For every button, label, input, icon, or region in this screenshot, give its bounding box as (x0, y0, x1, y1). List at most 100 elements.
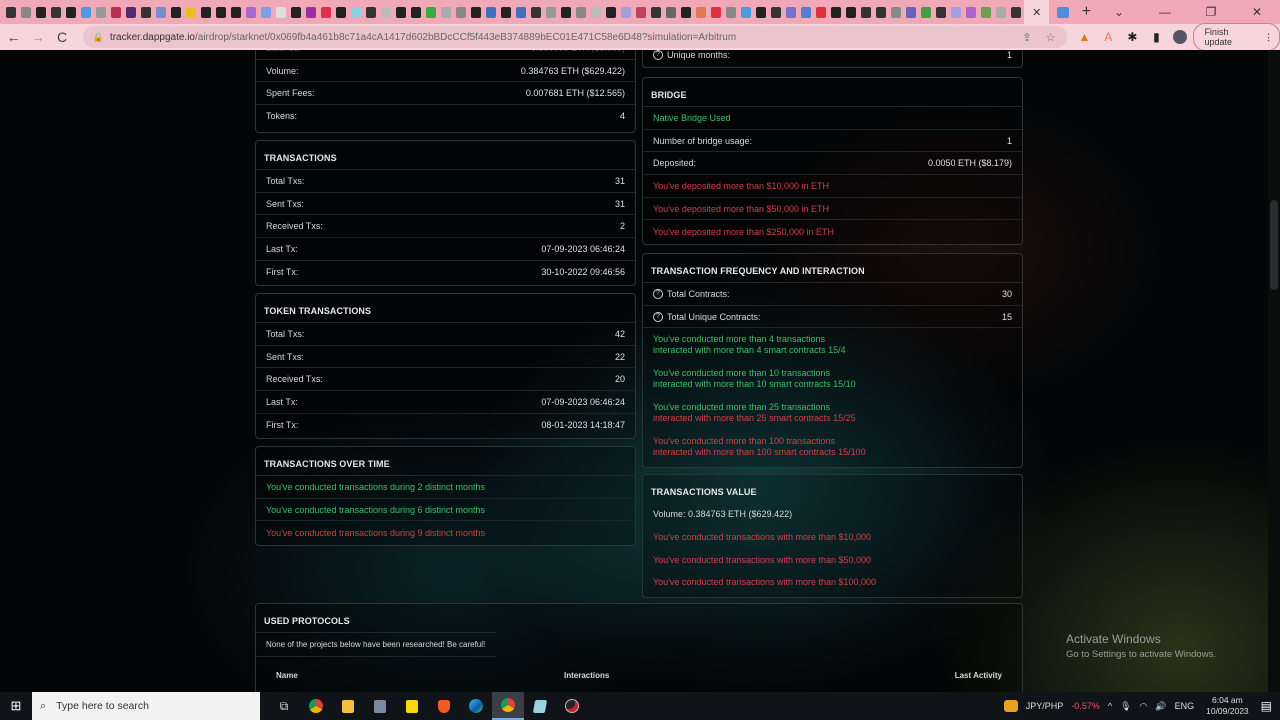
tab-favicon[interactable] (1057, 6, 1069, 18)
tab-favicon[interactable] (666, 6, 676, 18)
tab-favicon[interactable] (531, 6, 541, 18)
task-view-icon[interactable]: ⧉ (268, 692, 300, 720)
tab-favicon[interactable] (381, 6, 391, 18)
page-scrollbar[interactable] (1268, 50, 1280, 692)
taskbar-search-box[interactable]: ⌕ Type here to search (32, 692, 260, 720)
new-tab-button[interactable]: + (1077, 3, 1096, 21)
tab-favicon[interactable] (921, 6, 931, 18)
tab-favicon[interactable] (771, 6, 781, 18)
volume-icon[interactable]: 🔊 (1155, 701, 1166, 712)
tab-favicon[interactable] (6, 6, 16, 18)
tab-favicon[interactable] (681, 6, 691, 18)
tab-favicon[interactable] (51, 6, 61, 18)
brave-browser-icon[interactable] (428, 692, 460, 720)
scrollbar-thumb[interactable] (1270, 200, 1278, 290)
tab-favicon[interactable] (21, 6, 31, 18)
tab-favicon[interactable] (426, 6, 436, 18)
chrome-taskbar-icon[interactable] (300, 692, 332, 720)
tab-favicon[interactable] (891, 6, 901, 18)
tab-favicon[interactable] (591, 6, 601, 18)
tab-favicon[interactable] (441, 6, 451, 18)
tab-favicon[interactable] (561, 6, 571, 18)
lock-icon[interactable]: 🔒 (93, 32, 104, 43)
bookmark-star-icon[interactable]: ☆ (1046, 31, 1056, 44)
tab-favicon[interactable] (186, 6, 196, 18)
tab-favicon[interactable] (486, 6, 496, 18)
tab-favicon[interactable] (936, 6, 946, 18)
tab-favicon[interactable] (276, 6, 286, 18)
tab-favicon[interactable] (876, 6, 886, 18)
tab-favicon[interactable] (291, 6, 301, 18)
column-header-interactions[interactable]: Interactions (564, 671, 955, 680)
profile-avatar[interactable] (1173, 30, 1188, 45)
tab-favicon[interactable] (696, 6, 706, 18)
tab-favicon[interactable] (411, 6, 421, 18)
share-icon[interactable]: ⇪ (1022, 31, 1031, 44)
tab-favicon[interactable] (756, 6, 766, 18)
tab-favicon[interactable] (741, 6, 751, 18)
tab-favicon[interactable] (81, 6, 91, 18)
tab-favicon[interactable] (576, 6, 586, 18)
ticker-widget-icon[interactable] (1003, 700, 1018, 712)
sticky-notes-icon[interactable] (396, 692, 428, 720)
active-tab[interactable]: ✕ (1024, 0, 1050, 24)
tab-close-icon[interactable]: ✕ (1032, 6, 1041, 19)
language-indicator[interactable]: ENG (1175, 701, 1195, 711)
tab-favicon[interactable] (966, 6, 976, 18)
tab-favicon[interactable] (246, 6, 256, 18)
side-panel-icon[interactable]: ▮ (1149, 30, 1163, 44)
tab-favicon[interactable] (201, 6, 211, 18)
tab-favicon[interactable] (471, 6, 481, 18)
calculator-icon[interactable] (364, 692, 396, 720)
address-bar[interactable]: 🔒 tracker.dappgate.io /airdrop/starknet/… (82, 26, 1068, 48)
tab-favicon[interactable] (96, 6, 106, 18)
notepad-app-icon[interactable] (524, 692, 556, 720)
tab-favicon[interactable] (126, 6, 136, 18)
tab-favicon[interactable] (636, 6, 646, 18)
ticker-pair[interactable]: JPY/PHP (1026, 701, 1064, 711)
tab-favicon[interactable] (156, 6, 166, 18)
extension-a-icon[interactable]: A (1101, 30, 1115, 44)
column-header-last-activity[interactable]: Last Activity (955, 671, 1002, 680)
tab-favicon[interactable] (831, 6, 841, 18)
chrome-profile-taskbar-icon[interactable] (492, 692, 524, 720)
tab-favicon[interactable] (456, 6, 466, 18)
wifi-icon[interactable]: ◠ (1140, 701, 1148, 712)
tab-search-button[interactable]: ⌄ (1096, 5, 1142, 19)
tab-favicon[interactable] (366, 6, 376, 18)
microphone-icon[interactable]: 🎙 (1120, 701, 1131, 712)
help-icon[interactable]: ? (653, 311, 663, 322)
tab-favicon[interactable] (996, 6, 1006, 18)
tab-favicon[interactable] (306, 6, 316, 18)
help-icon[interactable]: ? (653, 288, 663, 299)
tab-favicon[interactable] (501, 6, 511, 18)
tab-favicon[interactable] (351, 6, 361, 18)
tab-favicon[interactable] (546, 6, 556, 18)
tab-favicon[interactable] (606, 6, 616, 18)
clock[interactable]: 6:04 am 10/09/2023 (1206, 695, 1249, 717)
reload-button[interactable]: C (51, 29, 72, 45)
notifications-icon[interactable]: ▤ (1261, 699, 1272, 713)
tab-favicon[interactable] (396, 6, 406, 18)
tab-favicon[interactable] (711, 6, 721, 18)
tab-favicon[interactable] (651, 6, 661, 18)
show-hidden-icons-chevron-icon[interactable]: ^ (1108, 701, 1112, 711)
tab-favicon[interactable] (111, 6, 121, 18)
help-icon[interactable]: ? (653, 50, 663, 60)
close-window-button[interactable]: ✕ (1234, 5, 1280, 19)
tab-favicon[interactable] (171, 6, 181, 18)
back-button[interactable]: ← (3, 29, 24, 45)
tab-favicon[interactable] (231, 6, 241, 18)
windows-start-icon[interactable]: ⊞ (0, 698, 32, 714)
tab-favicon[interactable] (786, 6, 796, 18)
minimize-button[interactable]: — (1142, 5, 1188, 19)
tab-favicon[interactable] (951, 6, 961, 18)
tab-favicon[interactable] (861, 6, 871, 18)
tab-favicon[interactable] (981, 6, 991, 18)
tab-favicon[interactable] (516, 6, 526, 18)
menu-kebab-icon[interactable]: ⋮ (1264, 32, 1273, 43)
tab-favicon[interactable] (1011, 6, 1021, 18)
restore-button[interactable]: ❐ (1188, 5, 1234, 19)
tab-favicon[interactable] (816, 6, 826, 18)
tab-favicon[interactable] (801, 6, 811, 18)
